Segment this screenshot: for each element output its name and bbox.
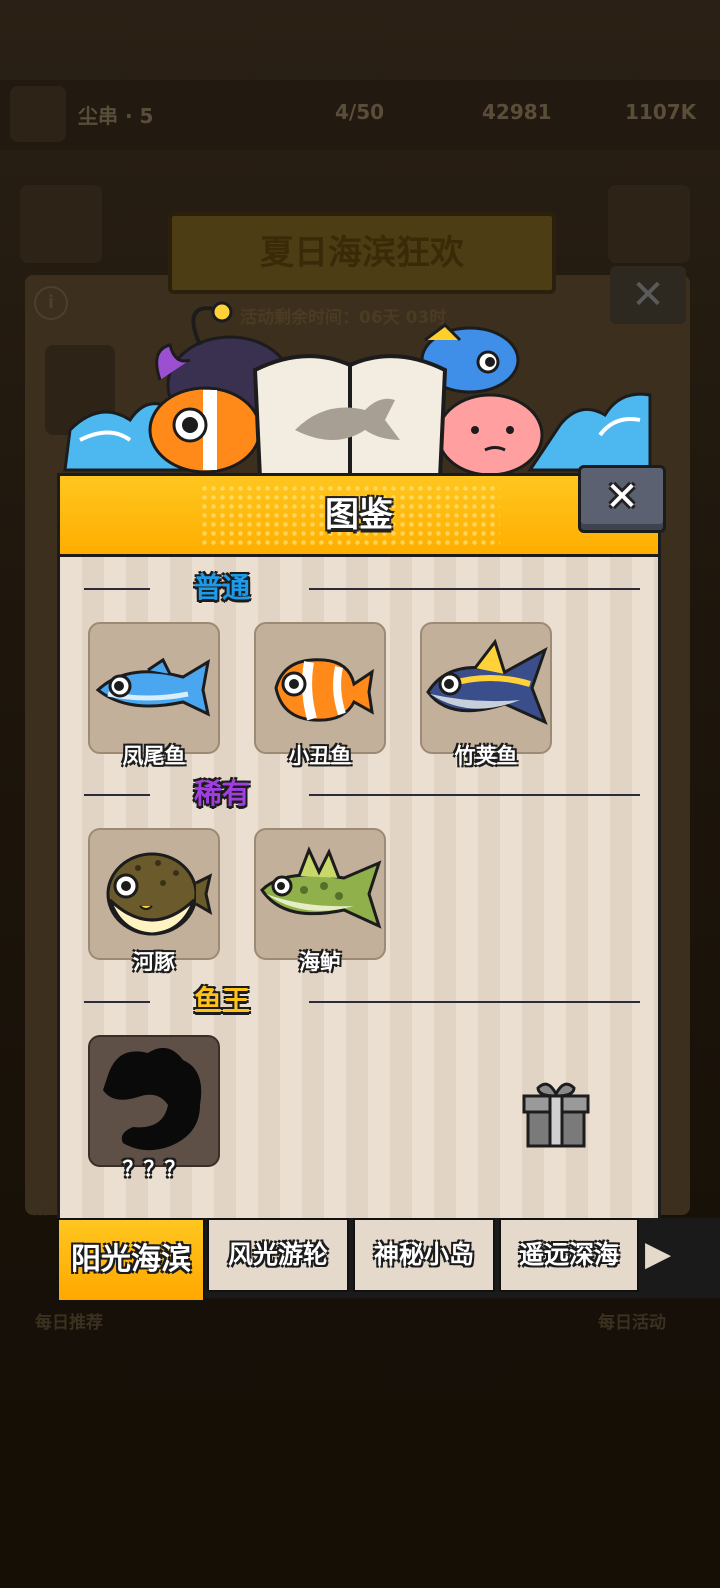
encyclopedia-header-art	[63, 301, 652, 480]
pufferfish-icon	[106, 852, 213, 936]
tab-sunny-beach[interactable]: 阳光海滨	[57, 1218, 205, 1302]
bottom-nav	[0, 1400, 720, 1588]
dialog-title: 图鉴	[325, 495, 393, 535]
fish-card-locked[interactable]: ？？？	[88, 1035, 220, 1181]
fish-name: 海鲈	[299, 950, 341, 974]
clownfish-icon	[274, 658, 374, 722]
coins-stat: 42981	[482, 100, 552, 124]
fish-name: 小丑鱼	[288, 744, 352, 768]
fish-name: ？？？	[122, 1157, 186, 1181]
mackerel-icon	[426, 638, 548, 725]
section-label: 稀有	[194, 777, 251, 810]
shield-icon	[608, 185, 690, 263]
axolotl-icon	[436, 393, 544, 477]
section-common: 普通	[84, 568, 640, 608]
fish-name: 河豚	[133, 950, 175, 974]
fish-card-pufferfish[interactable]: 河豚	[88, 828, 220, 974]
daily-recommend-label: 每日推荐	[35, 1313, 103, 1333]
tab-deep-sea[interactable]: 遥远深海	[499, 1218, 639, 1292]
top-status-bar: 尘串 · 5 4/50 42981 1107K	[0, 80, 720, 150]
tab-cruise[interactable]: 风光游轮	[207, 1218, 349, 1292]
title-bar: 图鉴	[60, 476, 658, 557]
close-icon: ✕	[605, 474, 639, 520]
fish-card-seabass[interactable]: 海鲈	[254, 828, 386, 974]
fish-name: 凤尾鱼	[122, 744, 186, 768]
daily-event-label: 每日活动	[598, 1313, 666, 1333]
gift-box-icon[interactable]	[518, 1076, 594, 1152]
fish-card-clownfish[interactable]: 小丑鱼	[254, 622, 386, 768]
fish-card-mackerel[interactable]: 竹荚鱼	[420, 622, 552, 768]
fish-name: 竹荚鱼	[454, 744, 518, 768]
avatar	[10, 86, 66, 142]
section-rare: 稀有	[84, 774, 640, 814]
section-label: 普通	[194, 571, 251, 604]
fish-card-anchovy[interactable]: 凤尾鱼	[88, 622, 220, 768]
event-banner: 夏日海滨狂欢	[168, 212, 556, 294]
section-label: 鱼王	[194, 984, 251, 1017]
side-label: 精	[30, 1194, 50, 1218]
tab-mystery-island[interactable]: 神秘小岛	[353, 1218, 495, 1292]
anchovy-icon	[95, 657, 211, 717]
menu-icon	[20, 185, 102, 263]
splash-right-icon	[527, 392, 652, 472]
player-name: 尘串 · 5	[78, 104, 154, 128]
arrow-right-icon[interactable]: ▶	[645, 1234, 681, 1274]
encyclopedia-dialog: 图鉴 普通 凤尾鱼 小丑鱼 竹荚鱼 稀有 河豚 海鲈 鱼王 ？？？	[57, 473, 661, 1221]
section-fish-king: 鱼王	[84, 981, 640, 1021]
progress-stat: 4/50	[335, 100, 385, 124]
gems-stat: 1107K	[625, 100, 697, 124]
seabass-icon	[260, 846, 382, 929]
location-tabs: 阳光海滨 风光游轮 神秘小岛 遥远深海	[57, 1218, 720, 1302]
unknown-fish-silhouette-icon	[103, 1047, 202, 1151]
close-button[interactable]: ✕	[578, 465, 666, 533]
